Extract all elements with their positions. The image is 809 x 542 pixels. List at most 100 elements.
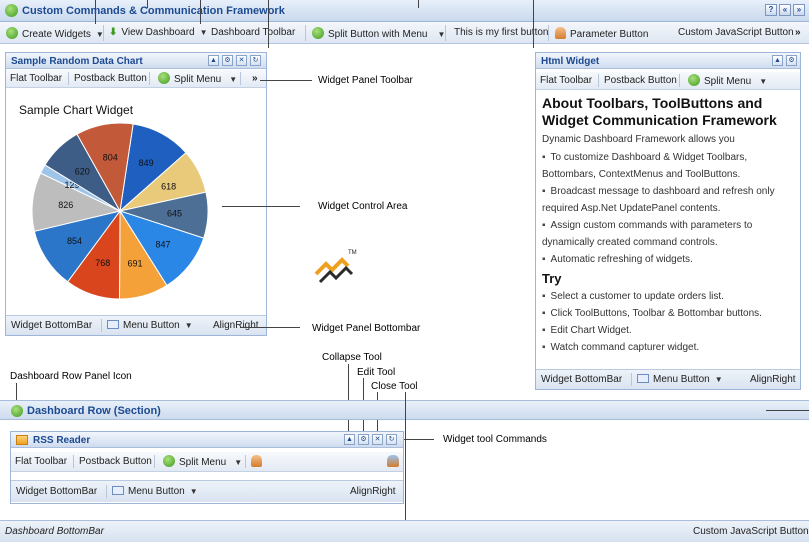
- pie-slice-label: 826: [58, 200, 73, 210]
- split-menu-button[interactable]: Split Menu ▼: [688, 74, 767, 87]
- custom-javascript-button[interactable]: Custom JavaScript Button: [678, 27, 794, 38]
- list-item: Automatic refreshing of widgets.: [542, 251, 798, 268]
- postback-button[interactable]: Postback Button: [79, 456, 152, 467]
- app-logo-icon: [5, 4, 18, 17]
- chart-widget-header: Sample Random Data Chart ▲ ⚙ ✕ ↻: [6, 53, 266, 69]
- try-list: Select a customer to update orders list.…: [542, 288, 798, 356]
- user-icon[interactable]: [251, 455, 262, 467]
- custom-javascript-button[interactable]: Custom JavaScript Button: [693, 526, 809, 537]
- pie-slice-label: 847: [156, 240, 171, 250]
- postback-button[interactable]: Postback Button: [604, 75, 677, 86]
- toolbar-overflow-button[interactable]: »: [795, 27, 801, 38]
- toolbar-divider: [445, 25, 446, 41]
- callout-line: [200, 0, 201, 24]
- toolbar-divider: [305, 25, 306, 41]
- html-widget-toolbar: Flat Toolbar Postback Button Split Menu ▼: [536, 72, 800, 90]
- menu-button[interactable]: Menu Button ▼: [112, 486, 198, 497]
- callout-line: [240, 327, 300, 328]
- callout-tool-commands: Widget tool Commands: [443, 434, 547, 445]
- list-item: Click ToolButtons, Toolbar & Bottombar b…: [542, 305, 798, 322]
- folder-icon: [16, 435, 28, 445]
- menu-button[interactable]: Menu Button ▼: [107, 320, 193, 331]
- collapse-icon[interactable]: ▲: [344, 434, 355, 445]
- help-button[interactable]: ?: [765, 4, 777, 16]
- rss-widget-toolbar: Flat Toolbar Postback Button Split Menu ▼: [11, 452, 403, 472]
- align-right-label: AlignRight: [350, 486, 396, 497]
- menu-icon: [107, 320, 119, 329]
- chevron-down-icon: ▼: [759, 77, 768, 86]
- callout-line: [222, 206, 300, 207]
- create-widgets-button[interactable]: Create Widgets ▼: [6, 27, 104, 40]
- app-title: Custom Commands & Communication Framewor…: [22, 5, 285, 17]
- users-icon[interactable]: [387, 455, 399, 467]
- callout-line: [268, 0, 269, 48]
- split-button-with-menu[interactable]: Split Button with Menu ▼: [312, 27, 445, 40]
- bottombar-label: Widget BottomBar: [11, 320, 93, 331]
- menu-icon: [637, 374, 649, 383]
- callout-row-panel-icon: Dashboard Row Panel Icon: [10, 371, 132, 382]
- refresh-icon[interactable]: ↻: [386, 434, 397, 445]
- list-item: Edit Chart Widget.: [542, 322, 798, 339]
- callout-close-tool: Close Tool: [371, 381, 418, 392]
- pie-slice-label: 691: [127, 258, 142, 268]
- chart-widget-bottombar: Widget BottomBar Menu Button ▼ AlignRight: [6, 315, 266, 335]
- chevron-down-icon: ▼: [189, 487, 198, 496]
- pie-slice-label: 768: [95, 258, 110, 268]
- collapse-icon[interactable]: ▲: [208, 55, 219, 66]
- check-icon: [163, 455, 175, 467]
- html-widget-panel: Html Widget ▲ ⚙ Flat Toolbar Postback Bu…: [535, 52, 801, 390]
- flat-toolbar-label: Flat Toolbar: [540, 75, 593, 86]
- align-right-label: AlignRight: [750, 374, 796, 385]
- toolbar-divider: [106, 485, 107, 498]
- row-panel-icon[interactable]: [11, 405, 23, 417]
- parameter-button[interactable]: Parameter Button: [555, 27, 648, 40]
- dashboard-toolbar-label: Dashboard Toolbar: [211, 27, 296, 38]
- pie-chart: 849618645847691768854826129620804: [31, 122, 209, 300]
- view-dashboard-button[interactable]: ⬇ View Dashboard ▼: [109, 27, 208, 38]
- callout-line: [348, 364, 349, 432]
- edit-icon[interactable]: ⚙: [786, 55, 797, 66]
- html-widget-title: Html Widget: [541, 56, 600, 67]
- menu-button[interactable]: Menu Button ▼: [637, 374, 723, 385]
- close-icon[interactable]: ✕: [372, 434, 383, 445]
- chart-widget-toolbar: Flat Toolbar Postback Button Split Menu ▼…: [6, 70, 266, 88]
- callout-line: [147, 0, 148, 8]
- edit-icon[interactable]: ⚙: [222, 55, 233, 66]
- dashboard-screen: Custom Commands & Communication Framewor…: [0, 0, 809, 542]
- callout-panel-toolbar: Widget Panel Toolbar: [318, 75, 413, 86]
- first-button[interactable]: This is my first button: [454, 27, 548, 38]
- split-menu-button[interactable]: Split Menu ▼: [158, 72, 237, 85]
- callout-edit-tool: Edit Tool: [357, 367, 396, 378]
- collapse-all-button[interactable]: «: [779, 4, 791, 16]
- toolbar-divider: [103, 25, 104, 41]
- split-menu-button[interactable]: Split Menu ▼: [163, 455, 242, 468]
- flat-toolbar-label: Flat Toolbar: [15, 456, 68, 467]
- collapse-icon[interactable]: ▲: [772, 55, 783, 66]
- close-icon[interactable]: ✕: [236, 55, 247, 66]
- toolbar-divider: [631, 373, 632, 386]
- html-widget-content: About Toolbars, ToolButtons and Widget C…: [542, 95, 798, 356]
- chevron-down-icon: ▼: [229, 75, 238, 84]
- bottombar-label: Widget BottomBar: [541, 374, 623, 385]
- try-heading: Try: [542, 271, 562, 286]
- postback-button[interactable]: Postback Button: [74, 73, 147, 84]
- dashboard-toolbar: Create Widgets ▼ ⬇ View Dashboard ▼ Dashboa…: [0, 22, 809, 44]
- html-widget-header: Html Widget ▲ ⚙: [536, 53, 800, 69]
- callout-panel-bottombar: Widget Panel Bottombar: [312, 323, 421, 334]
- expand-all-button[interactable]: »: [793, 4, 805, 16]
- edit-icon[interactable]: ⚙: [358, 434, 369, 445]
- callout-line: [404, 439, 434, 440]
- toolbar-divider: [245, 455, 246, 468]
- chart-widget-title: Sample Random Data Chart: [11, 56, 143, 67]
- callout-line: [418, 0, 419, 8]
- rss-widget-header: RSS Reader ▲ ⚙ ✕ ↻: [11, 432, 403, 448]
- toolbar-divider: [240, 72, 241, 85]
- refresh-icon[interactable]: ↻: [250, 55, 261, 66]
- toolbar-divider: [68, 72, 69, 85]
- pie-slice-label: 620: [75, 167, 90, 177]
- user-icon: [555, 27, 566, 39]
- callout-line: [766, 410, 809, 411]
- toolbar-more-button[interactable]: »: [252, 73, 258, 84]
- pie-slice-label: 645: [167, 209, 182, 219]
- check-icon: [158, 72, 170, 84]
